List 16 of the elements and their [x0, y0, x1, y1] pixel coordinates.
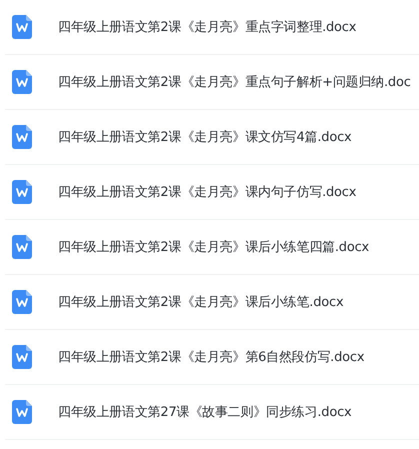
- document-icon: [12, 290, 32, 314]
- document-icon: [12, 180, 32, 204]
- document-icon: [12, 15, 32, 39]
- file-name[interactable]: 四年级上册语文第2课《走月亮》课后小练笔.docx: [58, 293, 344, 311]
- file-name[interactable]: 四年级上册语文第27课《故事二则》同步练习.docx: [58, 403, 352, 421]
- document-icon: [12, 235, 32, 259]
- file-name[interactable]: 四年级上册语文第2课《走月亮》重点字词整理.docx: [58, 18, 356, 36]
- file-name[interactable]: 四年级上册语文第2课《走月亮》第6自然段仿写.docx: [58, 348, 364, 366]
- document-icon: [12, 70, 32, 94]
- document-icon: [12, 345, 32, 369]
- document-icon: [12, 125, 32, 149]
- file-name[interactable]: 四年级上册语文第2课《走月亮》课内句子仿写.docx: [58, 183, 356, 201]
- document-icon: [12, 400, 32, 424]
- file-name[interactable]: 四年级上册语文第2课《走月亮》课后小练笔四篇.docx: [58, 238, 370, 256]
- file-name[interactable]: 四年级上册语文第2课《走月亮》课文仿写4篇.docx: [58, 128, 352, 146]
- file-name[interactable]: 四年级上册语文第2课《走月亮》重点句子解析+问题归纳.doc: [58, 73, 411, 91]
